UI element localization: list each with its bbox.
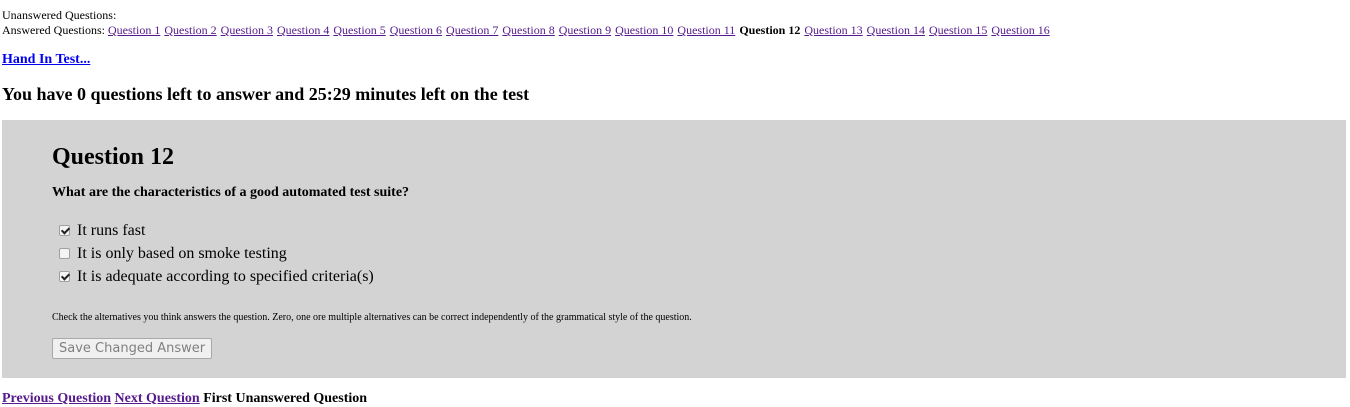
option-row[interactable]: It runs fast [52, 219, 374, 242]
option-label-3[interactable]: It is adequate according to specified cr… [77, 268, 374, 286]
question-link-1[interactable]: Question 1 [108, 23, 160, 37]
question-panel: Question 12 What are the characteristics… [2, 120, 1346, 378]
question-title: Question 12 [52, 144, 175, 170]
answer-options: It runs fast It is only based on smoke t… [52, 219, 374, 288]
question-link-15[interactable]: Question 15 [929, 23, 987, 37]
option-row[interactable]: It is only based on smoke testing [52, 242, 374, 265]
option-label-1[interactable]: It runs fast [77, 222, 145, 240]
hand-in-test-link[interactable]: Hand In Test... [2, 52, 90, 68]
instructions-text: Check the alternatives you think answers… [52, 312, 692, 323]
unanswered-row: Unanswered Questions: [2, 8, 1054, 23]
question-link-9[interactable]: Question 9 [559, 23, 611, 37]
unanswered-label: Unanswered Questions: [2, 8, 117, 22]
answered-label: Answered Questions: [2, 23, 105, 37]
question-link-2[interactable]: Question 2 [164, 23, 216, 37]
footer-navigation: Previous Question Next Question First Un… [2, 391, 367, 407]
status-message: You have 0 questions left to answer and … [2, 84, 530, 104]
option-checkbox-2[interactable] [59, 248, 70, 259]
option-checkbox-3[interactable] [59, 271, 70, 282]
option-checkbox-1[interactable] [59, 225, 70, 236]
option-label-2[interactable]: It is only based on smoke testing [77, 245, 287, 263]
question-link-14[interactable]: Question 14 [867, 23, 925, 37]
question-link-5[interactable]: Question 5 [333, 23, 385, 37]
save-changed-answer-button[interactable]: Save Changed Answer [52, 338, 213, 359]
question-link-4[interactable]: Question 4 [277, 23, 329, 37]
answered-row: Answered Questions: Question 1 Question 2… [2, 23, 1054, 38]
question-navigation: Unanswered Questions: Answered Questions… [2, 8, 1054, 38]
question-link-7[interactable]: Question 7 [446, 23, 498, 37]
question-link-3[interactable]: Question 3 [221, 23, 273, 37]
question-link-8[interactable]: Question 8 [502, 23, 554, 37]
question-link-6[interactable]: Question 6 [390, 23, 442, 37]
question-link-10[interactable]: Question 10 [615, 23, 673, 37]
question-link-16[interactable]: Question 16 [991, 23, 1049, 37]
question-link-11[interactable]: Question 11 [677, 23, 735, 37]
current-question-label: Question 12 [739, 23, 801, 37]
question-link-13[interactable]: Question 13 [804, 23, 862, 37]
question-prompt: What are the characteristics of a good a… [52, 185, 410, 200]
option-row[interactable]: It is adequate according to specified cr… [52, 265, 374, 288]
